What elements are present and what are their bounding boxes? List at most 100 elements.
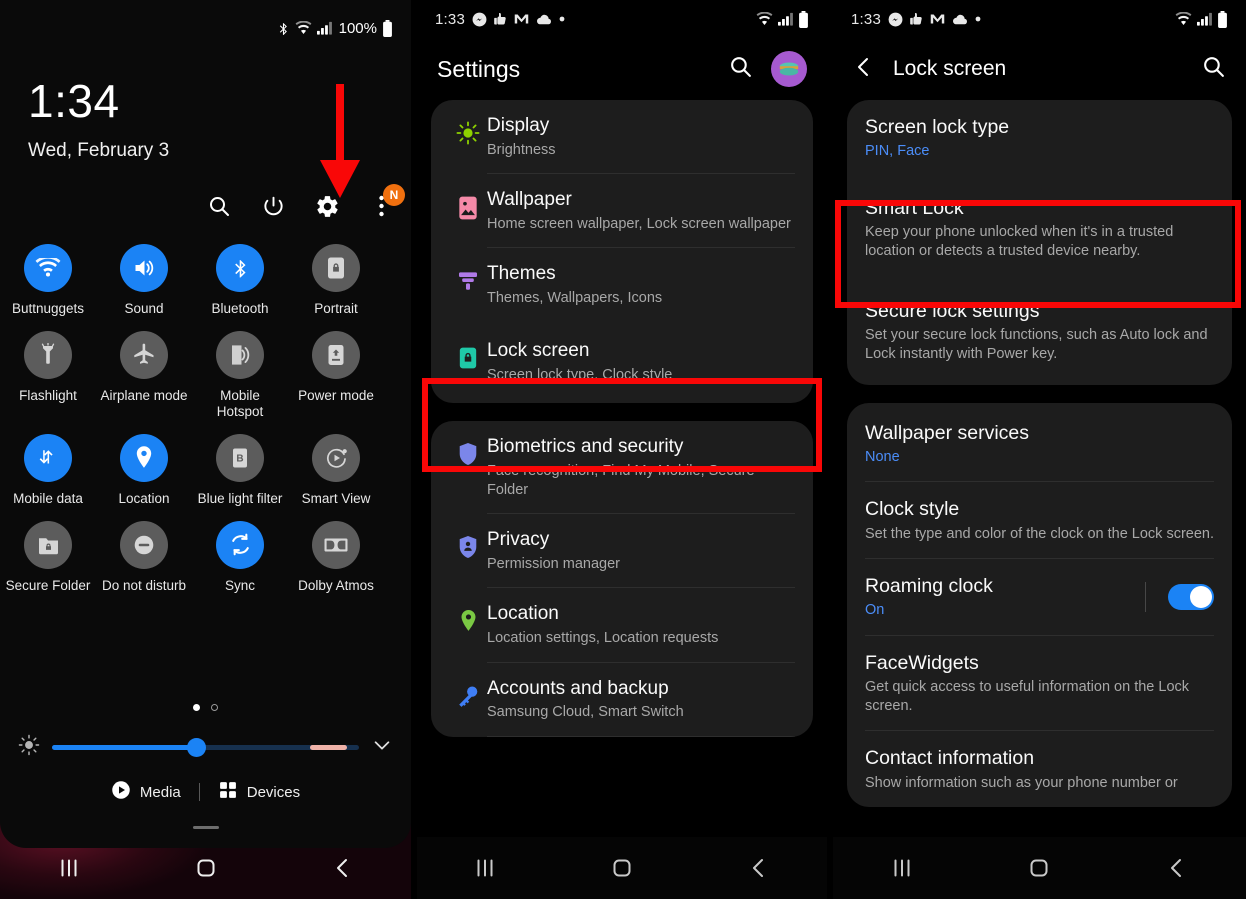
settings-item-location[interactable]: Location Location settings, Location req… — [431, 588, 813, 661]
lock-item-roaming-clock[interactable]: Roaming clock On — [847, 559, 1232, 635]
tile-label: Sync — [224, 577, 255, 593]
overflow-menu-icon[interactable]: N — [367, 184, 405, 220]
tile-label: Buttnuggets — [11, 301, 85, 316]
devices-button[interactable]: Devices — [218, 780, 300, 804]
tile-airplane-mode[interactable]: Airplane mode — [96, 330, 192, 420]
lock-group-2: Wallpaper services None Clock style Set … — [847, 402, 1232, 808]
search-icon[interactable] — [1201, 54, 1226, 84]
pager-dot[interactable] — [211, 704, 218, 711]
settings-item-wallpaper[interactable]: Wallpaper Home screen wallpaper, Lock sc… — [431, 174, 813, 247]
themes-brush-icon — [449, 262, 487, 308]
lock-item-facewidgets[interactable]: FaceWidgets Get quick access to useful i… — [847, 636, 1232, 731]
gmail-icon — [514, 13, 529, 25]
power-icon[interactable] — [259, 192, 287, 220]
lock-item-secure-lock-settings[interactable]: Secure lock settings Set your secure loc… — [847, 284, 1232, 385]
lock-item-clock-style[interactable]: Clock style Set the type and color of th… — [847, 482, 1232, 558]
settings-item-themes[interactable]: Themes Themes, Wallpapers, Icons — [431, 248, 813, 321]
dot-icon — [559, 16, 565, 22]
quick-settings-pager[interactable] — [0, 704, 411, 711]
tile-sound[interactable]: Sound — [96, 244, 192, 317]
brightness-knob[interactable] — [187, 738, 207, 757]
brightness-slider-row[interactable] — [0, 734, 411, 761]
home-icon[interactable] — [592, 848, 652, 888]
tile-label: Mobile Hotspot — [216, 387, 264, 419]
settings-item-display[interactable]: Display Brightness — [431, 100, 813, 173]
flashlight-icon — [24, 330, 72, 379]
tile-label: Blue light filter — [197, 490, 283, 506]
settings-item-accounts-and-backup[interactable]: Accounts and backup Samsung Cloud, Smart… — [431, 663, 813, 736]
display-brightness-icon — [449, 114, 487, 160]
pager-dot-active[interactable] — [193, 704, 200, 711]
settings-item-privacy[interactable]: Privacy Permission manager — [431, 514, 813, 587]
bluetooth-icon — [277, 20, 290, 37]
search-icon[interactable] — [728, 54, 753, 84]
lock-item-smart-lock[interactable]: Smart Lock Keep your phone unlocked when… — [847, 176, 1232, 284]
tile-dolby-atmos[interactable]: Dolby Atmos — [288, 520, 384, 594]
recents-icon[interactable] — [455, 848, 515, 888]
back-arrow-icon[interactable] — [853, 55, 875, 84]
item-subtitle: Set the type and color of the clock on t… — [865, 525, 1215, 542]
brightness-track[interactable] — [52, 738, 359, 757]
settings-item-biometrics-and-security[interactable]: Biometrics and security Face recognition… — [431, 421, 813, 513]
navigation-bar-1 — [0, 837, 411, 899]
tile-power-mode[interactable]: Power mode — [288, 330, 384, 420]
hotspot-icon — [216, 330, 264, 379]
notification-badge: N — [383, 184, 405, 206]
thumb-icon — [910, 12, 923, 27]
tile-mobile-hotspot[interactable]: Mobile Hotspot — [192, 330, 288, 420]
tile-secure-folder[interactable]: Secure Folder — [0, 520, 96, 594]
mobile-data-icon — [24, 433, 72, 482]
shield-icon — [449, 435, 487, 500]
tile-do-not-disturb[interactable]: Do not disturb — [96, 520, 192, 594]
back-icon[interactable] — [313, 848, 373, 888]
gmail-icon — [930, 13, 945, 25]
media-button[interactable]: Media — [111, 780, 181, 804]
tile-label: Secure Folder — [5, 577, 91, 593]
tile-buttnuggets[interactable]: Buttnuggets — [0, 244, 96, 317]
item-title: Contact information — [865, 747, 1035, 770]
settings-item-lock-screen[interactable]: Lock screen Screen lock type, Clock styl… — [431, 321, 813, 403]
recents-icon[interactable] — [39, 848, 99, 888]
smart-view-icon — [312, 433, 360, 482]
roaming-clock-toggle[interactable] — [1168, 584, 1214, 611]
lock-item-wallpaper-services[interactable]: Wallpaper services None — [847, 403, 1232, 482]
lock-item-screen-lock-type[interactable]: Screen lock type PIN, Face — [847, 100, 1232, 176]
home-icon[interactable] — [1009, 848, 1069, 888]
avatar[interactable] — [771, 51, 807, 87]
tile-flashlight[interactable]: Flashlight — [0, 330, 96, 420]
recents-icon[interactable] — [872, 848, 932, 888]
home-icon[interactable] — [176, 848, 236, 888]
tile-blue-light-filter[interactable]: B Blue light filter — [192, 433, 288, 507]
tile-bluetooth[interactable]: Bluetooth — [192, 244, 288, 317]
panel-lock-screen-settings: 1:33 Lock screen Screen lock type PIN, F… — [833, 0, 1246, 899]
shade-drag-handle[interactable] — [192, 826, 219, 829]
tile-label: Portrait — [314, 301, 358, 316]
sync-icon — [216, 520, 264, 569]
navigation-bar-2 — [417, 837, 827, 899]
privacy-shield-person-icon — [449, 528, 487, 574]
tile-location[interactable]: Location — [96, 433, 192, 507]
item-title: Display — [487, 115, 550, 136]
tile-portrait[interactable]: Portrait — [288, 244, 384, 317]
lock-item-contact-information[interactable]: Contact information Show information suc… — [847, 731, 1232, 807]
devices-label: Devices — [246, 783, 301, 801]
chevron-down-icon[interactable] — [371, 734, 393, 761]
item-title: Themes — [487, 263, 556, 285]
do-not-disturb-icon — [120, 520, 168, 569]
back-icon[interactable] — [729, 848, 789, 888]
battery-icon — [1217, 10, 1228, 28]
toggle-knob — [1190, 586, 1212, 609]
search-icon[interactable] — [205, 192, 233, 220]
tile-smart-view[interactable]: Smart View — [288, 433, 384, 507]
shade-footer: Media Devices — [0, 780, 411, 804]
quick-settings-tile-grid: Buttnuggets Sound Bluetooth Portrait Fla… — [0, 244, 411, 608]
lock-group-1: Screen lock type PIN, Face Smart Lock Ke… — [847, 100, 1232, 385]
back-icon[interactable] — [1147, 848, 1207, 888]
wifi-icon — [756, 12, 773, 26]
dot-icon — [975, 16, 981, 22]
tile-sync[interactable]: Sync — [192, 520, 288, 594]
item-subtitle: Location settings, Location requests — [487, 630, 719, 647]
volume-icon — [120, 244, 168, 292]
tile-mobile-data[interactable]: Mobile data — [0, 433, 96, 507]
devices-grid-icon — [218, 780, 238, 804]
